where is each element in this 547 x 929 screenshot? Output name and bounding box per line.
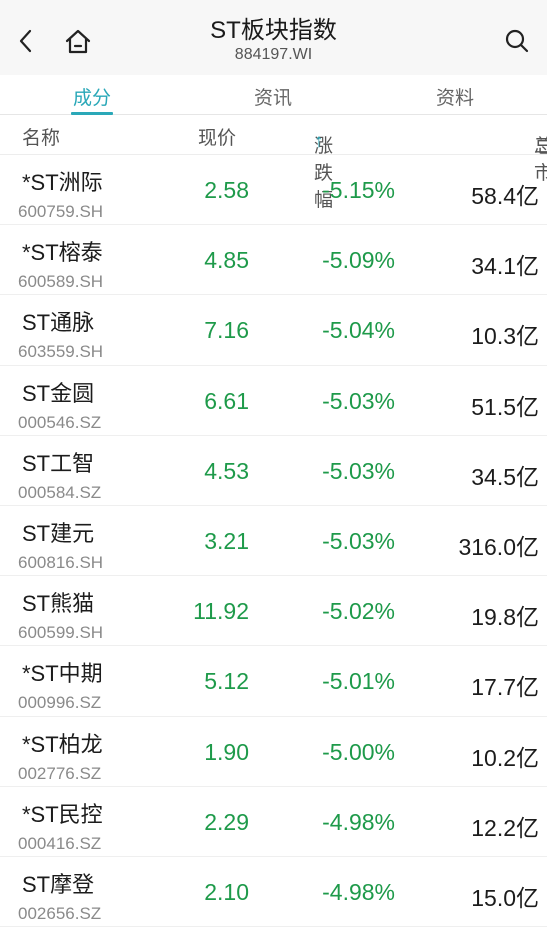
column-header: 名称 现价 涨跌幅 ↑ 总市三 — [0, 115, 547, 211]
stock-name: *ST柏龙 — [22, 731, 103, 757]
stock-price: 6.61 — [204, 387, 249, 414]
stock-price: 7.16 — [204, 317, 249, 344]
stock-market-cap: 34.5亿 — [471, 463, 539, 490]
index-code: 884197.WI — [234, 46, 313, 63]
stock-row[interactable]: ST金圆 000546.SZ 6.61 -5.03% 51.5亿 — [0, 366, 547, 436]
stock-market-cap: 10.2亿 — [471, 744, 539, 771]
stock-code: 000546.SZ — [18, 412, 102, 432]
stock-price: 1.90 — [204, 738, 249, 765]
stock-change: -5.15% — [322, 177, 395, 203]
tab-bar: 成分 资讯 资料 — [0, 75, 547, 115]
stock-market-cap: 19.8亿 — [471, 604, 539, 631]
stock-name: ST熊猫 — [22, 591, 95, 617]
stock-market-cap: 17.7亿 — [471, 674, 539, 701]
stock-change: -5.01% — [322, 668, 395, 695]
column-name-header: 名称 — [22, 128, 61, 149]
stock-name: ST建元 — [22, 520, 95, 546]
stock-name: ST工智 — [22, 450, 95, 476]
stock-code: 002656.SZ — [18, 903, 102, 923]
stock-price: 2.29 — [204, 808, 249, 835]
stock-change: -4.98% — [322, 808, 395, 835]
stock-market-cap: 316.0亿 — [458, 533, 539, 560]
column-price-header[interactable]: 现价 — [198, 123, 236, 150]
stock-price: 2.10 — [204, 878, 249, 905]
stock-name: *ST中期 — [22, 661, 103, 687]
tab-news[interactable]: 资讯 — [213, 83, 333, 110]
top-nav-bar: ST板块指数 884197.WI — [0, 0, 547, 75]
stock-name: *ST榕泰 — [22, 240, 103, 266]
stock-change: -5.00% — [322, 738, 395, 765]
stock-name: *ST洲际 — [22, 170, 103, 195]
page-title: ST板块指数 — [210, 17, 337, 44]
stock-market-cap: 58.4亿 — [471, 183, 539, 209]
stock-code: 600599.SH — [18, 623, 104, 643]
stock-row[interactable]: ST工智 000584.SZ 4.53 -5.03% 34.5亿 — [0, 436, 547, 506]
stock-row[interactable]: ST熊猫 600599.SH 11.92 -5.02% 19.8亿 — [0, 576, 547, 647]
stock-market-cap: 10.3亿 — [471, 323, 539, 350]
stock-change: -5.03% — [322, 457, 395, 484]
sort-ascending-icon: ↑ — [314, 131, 324, 152]
stock-market-cap: 15.0亿 — [471, 884, 539, 911]
stock-name: ST摩登 — [22, 871, 95, 897]
column-menu-icon[interactable]: 三 — [534, 131, 547, 158]
stock-code: 600816.SH — [18, 552, 104, 572]
stock-row[interactable]: ST建元 600816.SH 3.21 -5.03% 316.0亿 — [0, 506, 547, 577]
stock-code: 600759.SH — [18, 202, 104, 221]
stock-name: *ST民控 — [22, 801, 103, 827]
stock-code: 603559.SH — [18, 342, 104, 362]
stock-name: ST金圆 — [22, 380, 95, 406]
stock-price: 4.85 — [204, 247, 249, 274]
stock-price: 2.58 — [204, 177, 249, 203]
stock-code: 000584.SZ — [18, 482, 102, 502]
stock-name: ST通脉 — [22, 310, 95, 336]
tab-profile[interactable]: 资料 — [395, 83, 515, 110]
stock-change: -5.03% — [322, 387, 395, 414]
stock-row[interactable]: *ST洲际 600759.SH 2.58 -5.15% 58.4亿 — [0, 155, 547, 226]
stock-change: -5.04% — [322, 317, 395, 344]
stock-code: 600589.SH — [18, 272, 104, 292]
stock-change: -4.98% — [322, 878, 395, 905]
stock-change: -5.02% — [322, 598, 395, 625]
stock-row[interactable]: *ST榕泰 600589.SH 4.85 -5.09% 34.1亿 — [0, 225, 547, 296]
stock-row[interactable]: *ST柏龙 002776.SZ 1.90 -5.00% 10.2亿 — [0, 717, 547, 787]
search-icon[interactable] — [503, 26, 531, 56]
stock-price: 4.53 — [204, 457, 249, 484]
stock-market-cap: 34.1亿 — [471, 253, 539, 280]
stock-code: 000996.SZ — [18, 693, 102, 713]
stock-change: -5.03% — [322, 527, 395, 554]
stock-row[interactable]: ST通脉 603559.SH 7.16 -5.04% 10.3亿 — [0, 295, 547, 366]
stock-change: -5.09% — [322, 247, 395, 274]
stock-row[interactable]: ST摩登 002656.SZ 2.10 -4.98% 15.0亿 — [0, 857, 547, 928]
stock-price: 3.21 — [204, 527, 249, 554]
stock-row[interactable]: *ST中期 000996.SZ 5.12 -5.01% 17.7亿 — [0, 646, 547, 717]
stock-market-cap: 51.5亿 — [471, 393, 539, 420]
stock-price: 5.12 — [204, 668, 249, 695]
stock-list: *ST洲际 600759.SH 2.58 -5.15% 58.4亿 *ST榕泰 … — [0, 155, 547, 928]
stock-code: 002776.SZ — [18, 763, 102, 783]
stock-row[interactable]: *ST民控 000416.SZ 2.29 -4.98% 12.2亿 — [0, 787, 547, 857]
tab-components[interactable]: 成分 — [32, 83, 152, 110]
stock-market-cap: 12.2亿 — [471, 814, 539, 841]
stock-code: 000416.SZ — [18, 833, 102, 853]
stock-price: 11.92 — [193, 598, 249, 625]
